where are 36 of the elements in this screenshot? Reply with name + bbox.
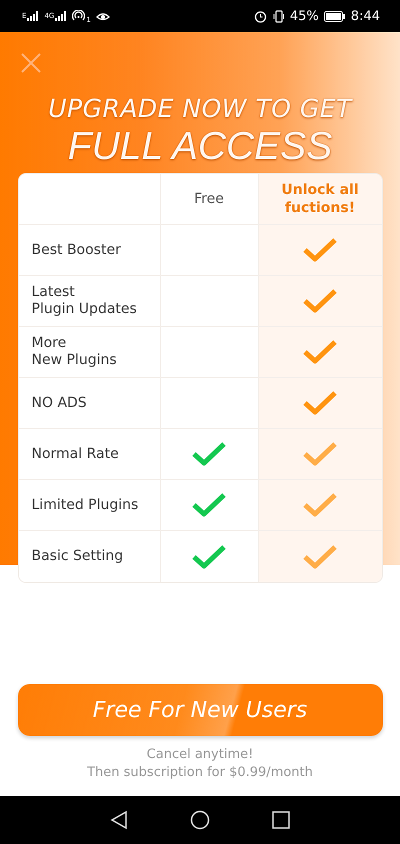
footnote: Cancel anytime!	[146, 746, 254, 764]
feature-label: Normal Rate	[32, 446, 119, 462]
feature-label: Basic Setting	[32, 548, 124, 565]
feature-label: NO ADS	[32, 394, 87, 412]
footnote: Then subscription for $0.99/month	[87, 764, 313, 782]
check-icon	[303, 492, 337, 518]
check-icon	[192, 544, 226, 570]
home-icon[interactable]	[190, 810, 210, 830]
check-icon	[303, 339, 337, 365]
vibrate-icon	[272, 10, 285, 22]
back-icon[interactable]	[110, 810, 128, 830]
eye-icon	[96, 10, 110, 22]
check-icon	[303, 390, 337, 416]
check-icon	[303, 288, 337, 314]
column-header: Unlock all fuctions!	[280, 181, 360, 217]
feature-label: More New Plugins	[32, 335, 117, 369]
feature-label: Limited Plugins	[32, 496, 138, 514]
feature-label: Latest Plugin Updates	[32, 284, 137, 318]
battery-icon	[324, 10, 346, 22]
signal-icon	[55, 11, 68, 21]
alarm-icon	[254, 10, 267, 22]
check-icon	[303, 237, 337, 263]
feature-label: Best Booster	[32, 242, 121, 258]
hotspot-icon	[72, 10, 86, 22]
check-icon	[303, 441, 337, 467]
battery-percent: 45%	[290, 8, 319, 24]
signal-icon	[27, 11, 40, 21]
headline: UPGRADE NOW TO GET	[48, 94, 352, 123]
check-icon	[192, 492, 226, 518]
status-time: 8:44	[350, 8, 380, 24]
check-icon	[303, 544, 337, 570]
check-icon	[192, 441, 226, 467]
column-header: Free	[193, 190, 225, 208]
headline: FULL ACCESS	[68, 125, 332, 169]
recents-icon[interactable]	[272, 811, 290, 829]
free-trial-button[interactable]: Free For New Users	[18, 684, 382, 736]
